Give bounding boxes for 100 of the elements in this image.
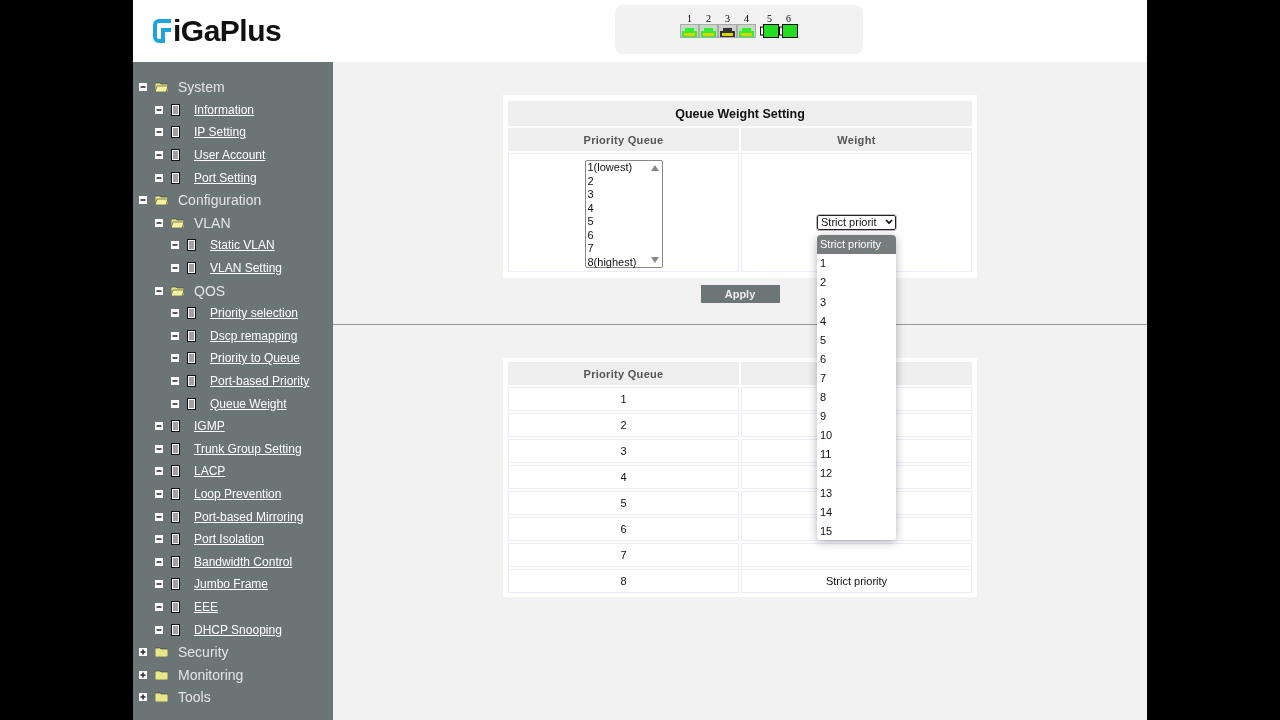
collapse-icon[interactable] <box>171 354 179 363</box>
list-option[interactable]: 3 <box>587 188 648 202</box>
menu-link[interactable]: LACP <box>194 464 226 479</box>
menu-link[interactable]: Port-based Mirroring <box>194 509 304 524</box>
collapse-icon[interactable] <box>155 625 163 634</box>
menu-link[interactable]: Port-based Priority <box>210 374 310 388</box>
menu-link[interactable]: User Account <box>194 148 266 163</box>
document-icon <box>171 171 180 184</box>
menu-folder[interactable]: Tools <box>178 689 211 706</box>
collapse-icon[interactable] <box>139 83 147 92</box>
expand-icon[interactable] <box>139 670 147 679</box>
list-option[interactable]: 8(highest) <box>587 255 648 269</box>
collapse-icon[interactable] <box>155 128 163 137</box>
collapse-icon[interactable] <box>155 286 163 295</box>
menu-link[interactable]: Trunk Group Setting <box>194 441 302 456</box>
document-icon <box>171 420 180 433</box>
collapse-icon[interactable] <box>155 173 163 182</box>
collapse-icon[interactable] <box>171 309 179 318</box>
dropdown-option[interactable]: 15 <box>817 521 896 541</box>
menu-link[interactable]: DHCP Snooping <box>194 622 282 637</box>
collapse-icon[interactable] <box>155 512 163 521</box>
scroll-up-icon[interactable] <box>650 165 659 171</box>
document-icon <box>187 397 196 410</box>
folder-icon <box>171 217 184 228</box>
folder-icon <box>155 669 168 680</box>
menu-link[interactable]: Priority selection <box>210 306 299 321</box>
collapse-icon[interactable] <box>171 399 179 408</box>
menu-link[interactable]: Queue Weight <box>210 396 287 411</box>
ethernet-port-icon <box>680 24 699 38</box>
collapse-icon[interactable] <box>155 218 163 227</box>
document-icon <box>187 262 196 275</box>
menu-link[interactable]: Port Setting <box>194 170 257 185</box>
collapse-icon[interactable] <box>155 105 163 114</box>
menu-folder[interactable]: Monitoring <box>178 666 244 683</box>
collapse-icon[interactable] <box>139 196 147 205</box>
menu-link[interactable]: IP Setting <box>194 125 246 140</box>
menu-link[interactable]: Loop Prevention <box>194 487 282 501</box>
list-option[interactable]: 5 <box>587 215 648 229</box>
menu-link[interactable]: VLAN Setting <box>210 261 283 276</box>
table-cell: 6 <box>508 517 739 541</box>
dropdown-option[interactable]: 3 <box>817 292 896 312</box>
list-option[interactable]: 4 <box>587 201 648 215</box>
menu-folder[interactable]: VLAN <box>194 214 231 231</box>
dropdown-option[interactable]: 4 <box>817 311 896 331</box>
document-icon <box>171 126 180 139</box>
collapse-icon[interactable] <box>171 241 179 250</box>
menu-link[interactable]: Port Isolation <box>194 532 265 547</box>
ethernet-port-icon <box>718 24 737 38</box>
menu-link[interactable]: Static VLAN <box>210 238 275 253</box>
expand-icon[interactable] <box>139 693 147 702</box>
expand-icon[interactable] <box>139 648 147 657</box>
ethernet-port-icon <box>737 24 756 38</box>
document-icon <box>171 149 180 162</box>
collapse-icon[interactable] <box>155 151 163 160</box>
list-option[interactable]: 7 <box>587 242 648 256</box>
table-cell: 8 <box>508 569 739 593</box>
collapse-icon[interactable] <box>155 580 163 589</box>
menu-folder[interactable]: QOS <box>194 282 226 299</box>
list-option[interactable]: 2 <box>587 174 648 188</box>
list-option[interactable]: 6 <box>587 228 648 242</box>
port-number: 5 <box>767 13 772 24</box>
document-icon <box>171 533 180 546</box>
menu-link[interactable]: Dscp remapping <box>210 328 298 343</box>
folder-icon <box>155 692 168 703</box>
menu-folder[interactable]: Configuration <box>178 192 262 209</box>
collapse-icon[interactable] <box>155 467 163 476</box>
dropdown-option[interactable]: 7 <box>817 368 896 388</box>
apply-button[interactable]: Apply <box>700 285 780 303</box>
queue-listbox[interactable]: 1(lowest) 2 3 4 5 6 7 8(highest) <box>584 160 663 268</box>
table-cell: 7 <box>508 543 739 567</box>
collapse-icon[interactable] <box>171 377 179 385</box>
logo-icon <box>153 18 173 44</box>
collapse-icon[interactable] <box>171 264 179 273</box>
list-option[interactable]: 1(lowest) <box>587 161 648 175</box>
weight-select[interactable]: Strict priorit <box>817 214 896 230</box>
menu-link[interactable]: Priority to Queue <box>210 351 301 366</box>
document-icon <box>171 510 180 523</box>
dropdown-option[interactable]: 14 <box>817 502 896 522</box>
document-icon <box>187 307 196 320</box>
menu-link[interactable]: IGMP <box>194 419 225 434</box>
collapse-icon[interactable] <box>171 331 179 340</box>
table-cell: Strict priority <box>741 569 972 593</box>
document-icon <box>187 329 196 342</box>
menu-link[interactable]: EEE <box>194 599 218 614</box>
collapse-icon[interactable] <box>155 422 163 431</box>
collapse-icon[interactable] <box>155 444 163 453</box>
dropdown-option[interactable]: 6 <box>817 349 896 369</box>
collapse-icon[interactable] <box>155 602 163 611</box>
table-cell: 2 <box>508 413 739 437</box>
menu-folder[interactable]: Security <box>178 644 229 661</box>
dropdown-option[interactable]: 5 <box>817 330 896 350</box>
menu-link[interactable]: Jumbo Frame <box>194 577 269 592</box>
collapse-icon[interactable] <box>155 557 163 566</box>
menu-link[interactable]: Information <box>194 102 255 117</box>
menu-folder[interactable]: System <box>178 79 225 96</box>
dropdown-option[interactable]: Strict priority <box>817 234 896 254</box>
scroll-down-icon[interactable] <box>650 257 659 263</box>
menu-link[interactable]: Bandwidth Control <box>194 554 293 569</box>
collapse-icon[interactable] <box>155 490 163 498</box>
collapse-icon[interactable] <box>155 535 163 544</box>
